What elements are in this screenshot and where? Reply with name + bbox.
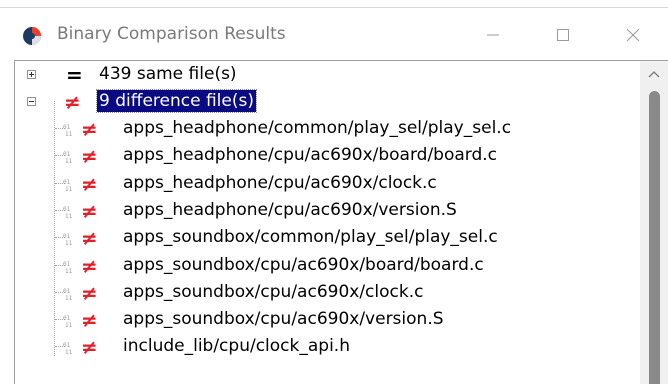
not-equal-icon: ≠	[81, 253, 98, 278]
binary-file-icon: 0111	[63, 288, 73, 301]
equals-icon: =	[66, 63, 83, 87]
file-path-label: include_lib/cpu/clock_api.h	[123, 336, 350, 357]
file-row[interactable]: 01 11 ≠ apps_soundbox/cpu/ac690x/clock.c	[15, 279, 635, 306]
not-equal-icon: ≠	[81, 280, 98, 305]
binary-file-icon: 0111	[63, 179, 73, 192]
binary-file-icon: 0111	[63, 124, 73, 137]
not-equal-icon: ≠	[81, 335, 98, 360]
svg-text:11: 11	[65, 349, 73, 355]
app-logo-icon	[23, 27, 41, 45]
window-top-edge	[0, 0, 668, 8]
file-path-label: apps_headphone/cpu/ac690x/board/board.c	[123, 145, 498, 166]
svg-text:11: 11	[65, 268, 73, 274]
maximize-button[interactable]	[540, 18, 586, 52]
svg-text:11: 11	[65, 322, 73, 328]
chevron-up-icon	[648, 71, 660, 78]
file-row[interactable]: 01 11 ≠ apps_soundbox/cpu/ac690x/version.S	[15, 306, 635, 333]
minimize-button[interactable]	[470, 18, 516, 52]
binary-file-icon: 0111	[63, 206, 73, 219]
svg-text:01: 01	[63, 261, 71, 268]
file-path-label: apps_headphone/cpu/ac690x/clock.c	[123, 172, 437, 193]
maximize-icon	[557, 29, 569, 41]
file-path-label: apps_soundbox/cpu/ac690x/board/board.c	[123, 254, 484, 275]
file-path-label: apps_headphone/cpu/ac690x/version.S	[123, 199, 457, 220]
binary-file-icon: 0111	[63, 151, 73, 164]
collapse-toggle-diff[interactable]	[27, 97, 36, 106]
same-files-label: 439 same file(s)	[99, 64, 237, 84]
svg-text:01: 01	[63, 315, 71, 322]
file-row[interactable]: 01 11 ≠ include_lib/cpu/clock_api.h	[15, 333, 635, 360]
not-equal-icon: ≠	[64, 90, 81, 114]
file-path-label: apps_soundbox/common/play_sel/play_sel.c	[123, 227, 498, 248]
svg-text:11: 11	[65, 295, 73, 301]
file-row[interactable]: 01 11 ≠ apps_headphone/common/play_sel/play…	[15, 115, 635, 142]
svg-text:11: 11	[65, 213, 73, 219]
svg-text:11: 11	[65, 158, 73, 164]
binary-file-icon: 0111	[63, 315, 73, 328]
svg-text:11: 11	[65, 240, 73, 246]
binary-file-icon: 0111	[63, 233, 73, 246]
svg-text:01: 01	[63, 233, 71, 240]
difference-files-label: 9 difference file(s)	[96, 89, 257, 113]
svg-text:01: 01	[63, 179, 71, 186]
file-row[interactable]: 01 11 ≠ apps_headphone/cpu/ac690x/clock.c	[15, 170, 635, 197]
tree-node-same-files[interactable]: = 439 same file(s)	[15, 61, 635, 88]
not-equal-icon: ≠	[81, 171, 98, 196]
file-row[interactable]: 01 11 ≠ apps_headphone/cpu/ac690x/version.S	[15, 197, 635, 224]
file-row[interactable]: 01 11 ≠ apps_soundbox/cpu/ac690x/board/boar…	[15, 252, 635, 279]
not-equal-icon: ≠	[81, 117, 98, 141]
vertical-scrollbar[interactable]	[640, 61, 668, 384]
svg-text:01: 01	[63, 288, 71, 295]
binary-file-icon: 0111	[63, 261, 73, 274]
file-path-label: apps_headphone/common/play_sel/play_sel.…	[123, 118, 512, 138]
svg-text:01: 01	[63, 124, 71, 131]
not-equal-icon: ≠	[81, 308, 98, 333]
window-title: Binary Comparison Results	[57, 24, 286, 44]
binary-file-icon: 0111	[63, 342, 73, 355]
not-equal-icon: ≠	[81, 198, 98, 223]
svg-text:11: 11	[65, 186, 73, 192]
svg-text:01: 01	[63, 151, 71, 158]
binary-comparison-window: Binary Comparison Results = 439 same fil…	[0, 0, 668, 384]
tree-node-difference-files[interactable]: ≠ 9 difference file(s)	[15, 88, 635, 115]
file-path-label: apps_soundbox/cpu/ac690x/version.S	[123, 309, 444, 330]
file-row[interactable]: 01 11 ≠ apps_soundbox/common/play_sel/play_…	[15, 224, 635, 251]
not-equal-icon: ≠	[81, 226, 98, 251]
file-row[interactable]: 01 11 ≠ apps_headphone/cpu/ac690x/board/boa…	[15, 142, 635, 169]
svg-text:11: 11	[65, 131, 73, 137]
close-button[interactable]	[610, 18, 656, 52]
not-equal-icon: ≠	[81, 144, 98, 169]
title-bar[interactable]: Binary Comparison Results	[0, 10, 668, 60]
scroll-up-button[interactable]	[640, 61, 668, 87]
svg-text:01: 01	[63, 206, 71, 213]
minimize-icon	[487, 34, 499, 36]
expand-toggle-same[interactable]	[27, 70, 36, 79]
close-icon	[626, 28, 640, 42]
results-tree-view[interactable]: = 439 same file(s) ≠ 9 difference file(s…	[14, 60, 668, 384]
svg-text:01: 01	[63, 342, 71, 349]
scroll-thumb[interactable]	[649, 91, 660, 384]
file-path-label: apps_soundbox/cpu/ac690x/clock.c	[123, 281, 424, 302]
